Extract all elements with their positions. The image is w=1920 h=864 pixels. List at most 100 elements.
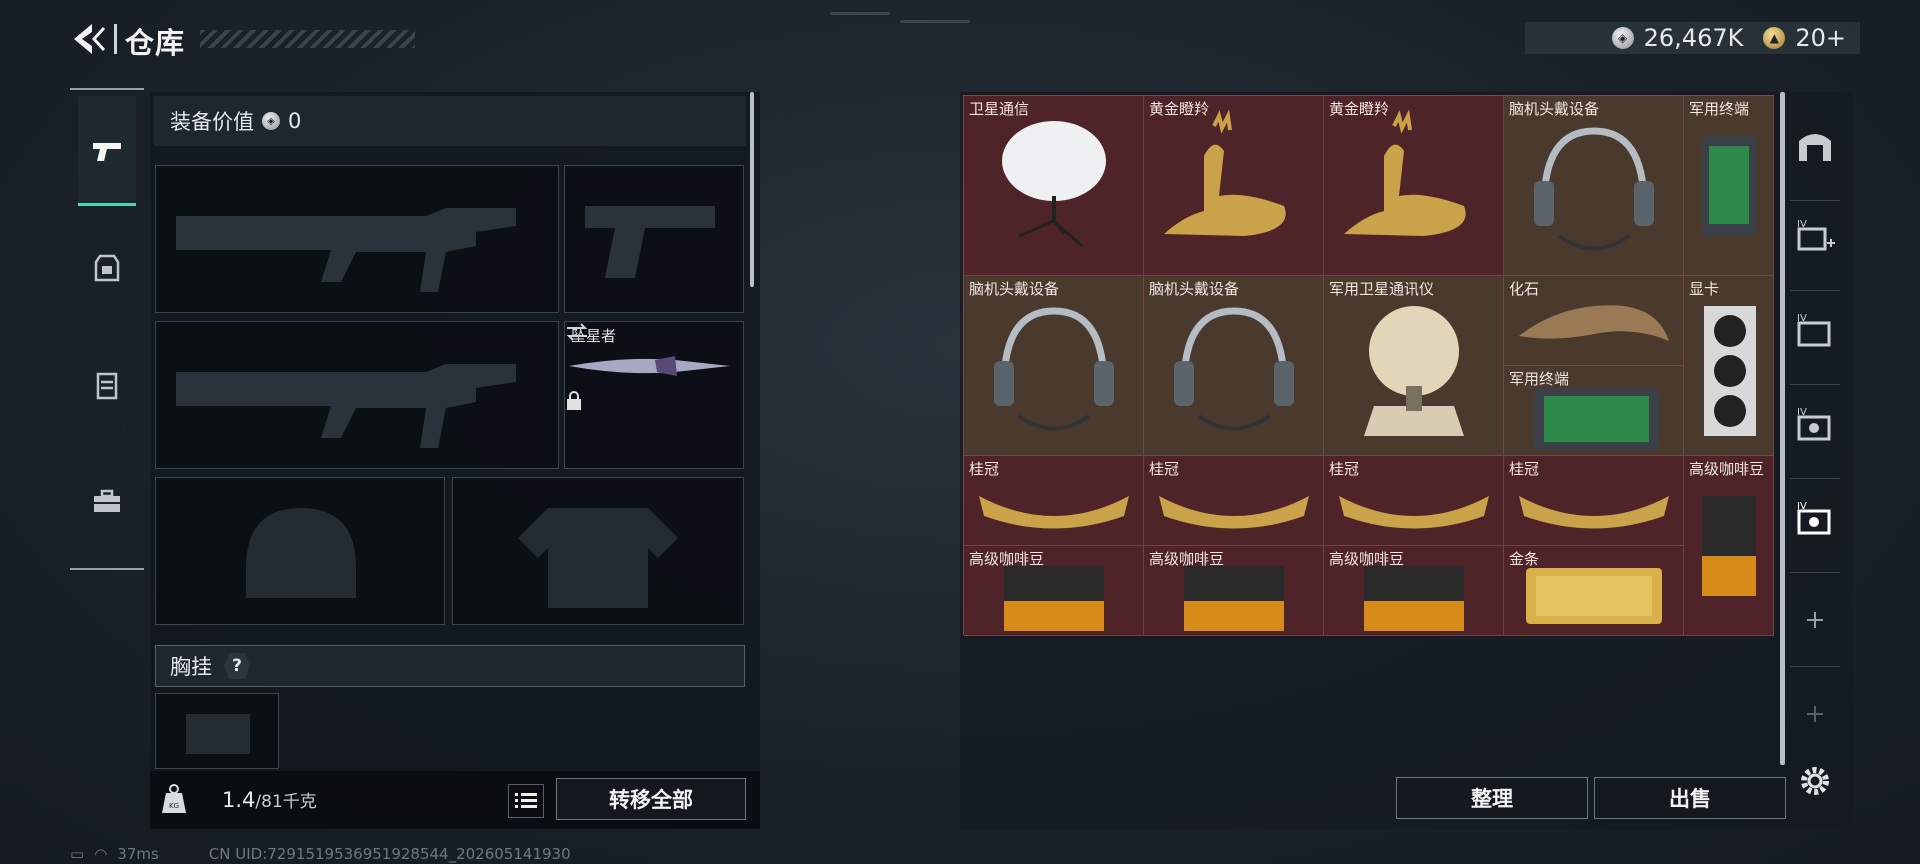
primary-weapon-slot-1[interactable] [155,165,559,313]
item-bci-headset[interactable]: 脑机头戴设备 [1144,276,1324,456]
item-label: 高级咖啡豆 [969,550,1045,568]
item-label: 军用卫星通讯仪 [1329,280,1435,298]
list-view-button[interactable] [508,784,544,818]
equipment-panel: 装备价值 ◈ 0 坠星者 胸挂 ? KG 1.4/81千克 转移全部 [150,92,760,829]
nav-weapons[interactable] [78,96,136,206]
add-tab-icon: IV [1797,219,1835,251]
transfer-all-button[interactable]: 转移全部 [556,778,746,820]
settings-button[interactable] [1790,756,1840,806]
armor-slot[interactable] [452,477,744,625]
item-military-satcom[interactable]: 军用卫星通讯仪 [1324,276,1504,456]
primary-weapon-slot-2[interactable] [155,321,559,469]
item-premium-coffee-beans[interactable]: 高级咖啡豆 [1684,456,1774,636]
item-label: 黄金瞪羚 [1149,100,1210,118]
sort-button[interactable]: 整理 [1396,777,1588,819]
item-label: 高级咖啡豆 [1329,550,1405,568]
item-satellite-comms[interactable]: 卫星通信 [964,96,1144,276]
toolbox-icon [94,489,120,512]
page-title: 仓库 [125,26,186,60]
item-military-terminal[interactable]: 军用终端 [1684,96,1774,276]
item-fossil[interactable]: 化石 [1504,276,1684,366]
item-golden-gazelle[interactable]: 黄金瞪羚 [1324,96,1504,276]
nav-toolbox[interactable] [78,446,136,556]
melee-slot[interactable]: 坠星者 [564,321,744,469]
sell-button[interactable]: 出售 [1594,777,1786,819]
help-icon[interactable]: ? [224,653,250,679]
carry-weight-max: /81千克 [255,792,317,812]
golden-gazelle-icon [1164,109,1286,236]
item-golden-gazelle[interactable]: 黄金瞪羚 [1144,96,1324,276]
vest-icon [96,372,118,400]
item-premium-coffee-beans[interactable]: 高级咖啡豆 [1324,546,1504,636]
item-label: 金条 [1509,550,1540,568]
rail-divider [1790,290,1840,291]
item-laurel-crown[interactable]: 桂冠 [1504,456,1684,546]
item-military-terminal[interactable]: 军用终端 [1504,366,1684,456]
item-laurel-crown[interactable]: 桂冠 [1144,456,1324,546]
item-laurel-crown[interactable]: 桂冠 [964,456,1144,546]
helmet-silhouette-icon [246,508,356,598]
pistol-silhouette-icon [585,206,715,278]
title-divider [114,24,117,54]
storage-tab-folder[interactable]: IV [1790,304,1840,354]
item-laurel-crown[interactable]: 桂冠 [1324,456,1504,546]
item-bci-headset[interactable]: 脑机头戴设备 [1504,96,1684,276]
gold-currency-value: 20+ [1795,24,1846,52]
user-uid: CN UID:7291519536951928544_202605141930 [208,845,571,863]
gold-coin-icon: ▲ [1763,27,1786,49]
sidearm-slot[interactable] [564,165,744,313]
add-storage-button-disabled[interactable] [1790,689,1840,739]
left-nav [70,88,144,570]
coffee-bag-icon [1702,496,1756,596]
add-storage-button[interactable] [1790,595,1840,645]
rail-divider [1790,572,1840,573]
equipment-value: 0 [288,109,302,133]
chest-rig-slot[interactable] [155,693,279,769]
item-label: 军用终端 [1509,370,1570,388]
satellite-dish-icon [1002,121,1106,248]
item-label: 桂冠 [1509,460,1540,478]
bg-streak [900,20,970,23]
status-bar: ▭ ◠ 37ms CN UID:7291519536951928544_2026… [70,845,571,863]
backpack-icon [94,254,120,282]
active-tab-icon: IV [1797,501,1831,535]
storage-tab-rail: IV IV IV IV [1778,92,1853,829]
item-graphics-card[interactable]: 显卡 [1684,276,1774,456]
item-label: 显卡 [1689,280,1720,298]
graphics-card-icon [1704,306,1756,436]
scrollbar[interactable] [750,92,754,287]
bg-streak [830,12,890,15]
helmet-slot[interactable] [155,477,445,625]
item-label: 卫星通信 [969,100,1030,118]
rail-divider [1790,200,1840,201]
storage-tab-add[interactable]: IV [1790,210,1840,260]
item-bci-headset[interactable]: 脑机头戴设备 [964,276,1144,456]
item-premium-coffee-beans[interactable]: 高级咖啡豆 [964,546,1144,636]
terminal-icon [1702,136,1756,236]
chest-rig-label: 胸挂 [170,655,212,679]
equipment-value-header: 装备价值 ◈ 0 [154,96,746,146]
ping-value: 37ms [117,845,159,863]
wifi-icon: ◠ [94,845,108,863]
nav-vest[interactable] [78,330,136,440]
item-label: 黄金瞪羚 [1329,100,1390,118]
title-decoration [200,30,415,48]
item-gold-bar[interactable]: 金条 [1504,546,1684,636]
armory-tab[interactable] [1790,120,1840,170]
battery-icon: ▭ [70,845,85,863]
headset-icon [1174,307,1294,431]
capacity-footer: KG 1.4/81千克 转移全部 [150,771,760,829]
item-premium-coffee-beans[interactable]: 高级咖啡豆 [1144,546,1324,636]
weight-kg-icon: KG [162,784,186,813]
item-label: 脑机头戴设备 [969,280,1060,298]
storage-tab-gear[interactable]: IV [1790,398,1840,448]
storage-tab-active[interactable]: IV [1790,492,1840,542]
nav-backpack[interactable] [78,212,136,322]
silver-currency-value: 26,467K [1643,24,1744,52]
list-icon [515,793,537,808]
equipment-value-label: 装备价值 [170,110,254,134]
folder-tab-icon: IV [1797,313,1831,347]
headset-icon [1534,127,1654,251]
back-button[interactable] [70,22,106,56]
item-label: 桂冠 [1329,460,1360,478]
